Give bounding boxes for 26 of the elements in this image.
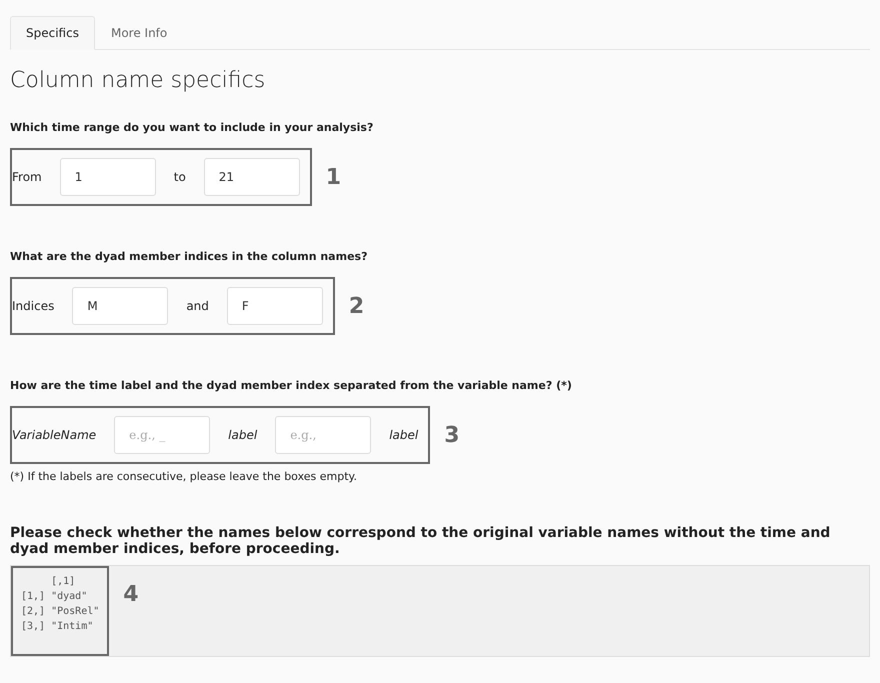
question-text: Which time range do you want to include in your analysis?: [10, 121, 374, 134]
input-field[interactable]: F: [226, 287, 323, 325]
field-label: and: [186, 299, 209, 313]
field-label: label: [389, 428, 418, 442]
field-label: label: [228, 428, 258, 442]
input-field[interactable]: 1: [60, 158, 156, 196]
field-label: From: [12, 170, 42, 184]
input-field[interactable]: 21: [204, 158, 300, 196]
field-label: to: [174, 170, 186, 184]
step-number: 2: [348, 294, 364, 318]
tab[interactable]: Specifics: [10, 16, 95, 50]
step-number: 4: [123, 582, 139, 607]
input-field[interactable]: e.g.,: [275, 416, 372, 454]
question-text: How are the time label and the dyad member index separated from the variable name? (*): [10, 379, 573, 392]
field-label: Indices: [12, 299, 54, 313]
question-text: What are the dyad member indices in the column names?: [10, 250, 368, 263]
console-output: [,1] [1,] "dyad" [2,] "PosRel" [3,] "Intim": [11, 566, 110, 656]
input-field[interactable]: M: [72, 287, 168, 325]
step-number: 1: [326, 164, 342, 190]
tab[interactable]: More Info: [94, 16, 184, 50]
field-label: VariableName: [12, 428, 96, 442]
check-prompt: Please check whether the names below correspond to the original variable names without the time and dyad member indices, before proceeding.: [10, 525, 832, 557]
input-field[interactable]: e.g., _: [114, 416, 210, 454]
page-heading: Column name specifics: [10, 68, 266, 93]
footnote-text: (*) If the labels are consecutive, please leave the boxes empty.: [10, 470, 358, 483]
step-number: 3: [444, 422, 460, 448]
